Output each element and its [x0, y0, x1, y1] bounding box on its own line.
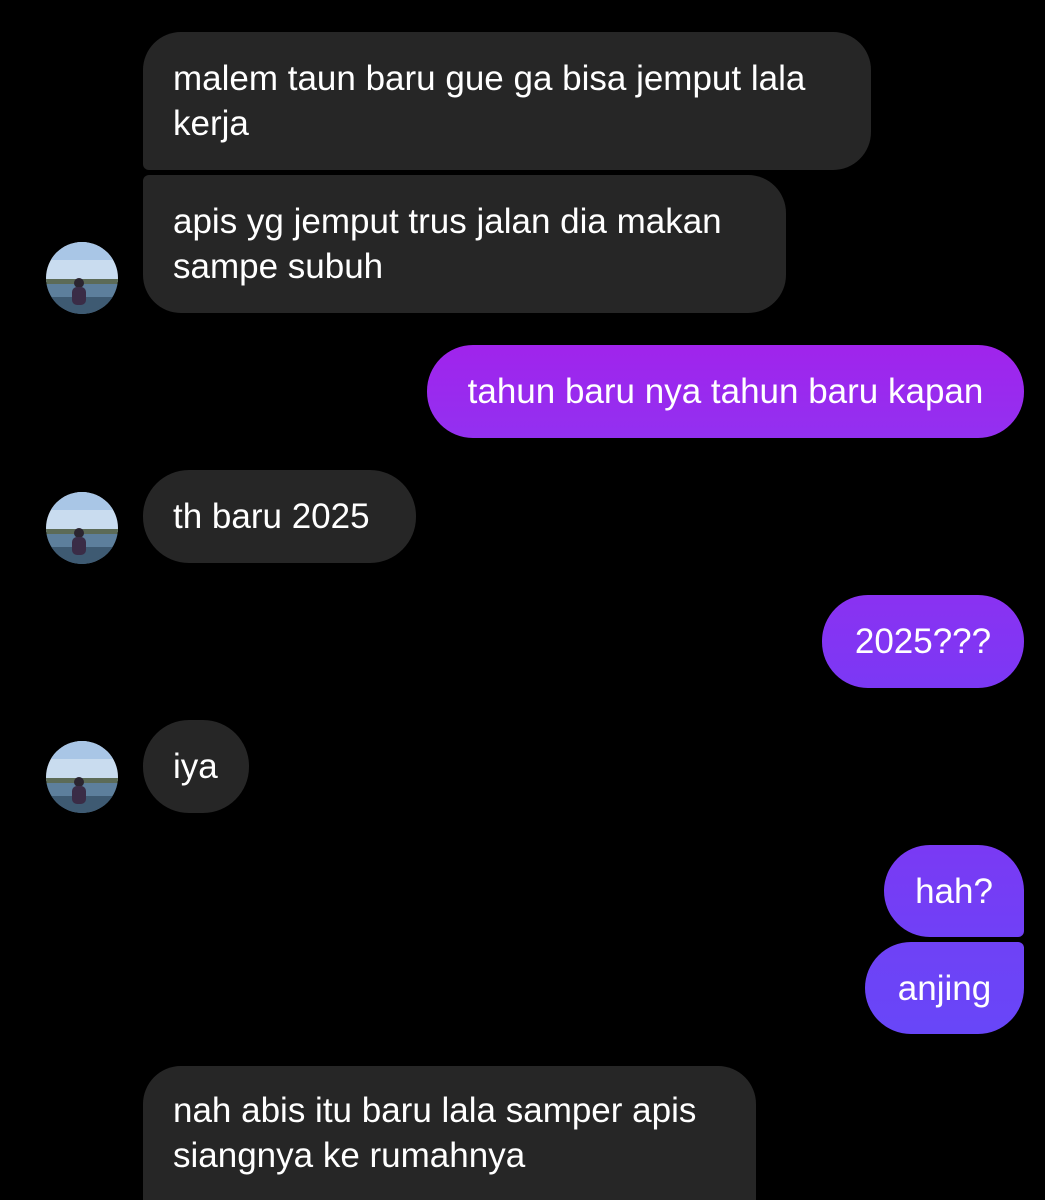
outgoing-message-bubble[interactable]: hah? — [884, 845, 1024, 937]
incoming-message-bubble[interactable]: nah abis itu baru lala samper apis siang… — [143, 1066, 756, 1200]
avatar-photo-icon — [46, 242, 118, 314]
contact-avatar[interactable] — [46, 492, 118, 564]
message-text-line: kerja — [173, 104, 249, 143]
incoming-message-bubble[interactable]: iya — [143, 720, 249, 813]
outgoing-message-bubble[interactable]: tahun baru nya tahun baru kapan — [427, 345, 1024, 438]
incoming-message-bubble[interactable]: apis yg jemput trus jalan dia makan samp… — [143, 175, 786, 313]
message-text: anjing — [897, 968, 992, 1008]
message-text: th baru 2025 — [173, 497, 370, 536]
message-text-line: siangnya ke rumahnya — [173, 1136, 526, 1175]
message-text: 2025??? — [854, 622, 992, 661]
outgoing-message-bubble[interactable]: 2025??? — [822, 595, 1024, 688]
message-text: tahun baru nya tahun baru kapan — [467, 372, 984, 411]
message-text-line: malem taun baru gue ga bisa jemput lala — [173, 59, 806, 98]
message-text: hah? — [915, 871, 993, 911]
avatar-photo-icon — [46, 492, 118, 564]
message-text-line: apis yg jemput trus jalan dia makan — [173, 202, 722, 241]
contact-avatar[interactable] — [46, 242, 118, 314]
message-text-line: nah abis itu baru lala samper apis — [173, 1091, 697, 1130]
message-text-line: sampe subuh — [173, 247, 384, 286]
avatar-photo-icon — [46, 741, 118, 813]
incoming-message-bubble[interactable]: malem taun baru gue ga bisa jemput lala … — [143, 32, 871, 170]
contact-avatar[interactable] — [46, 741, 118, 813]
incoming-message-bubble[interactable]: th baru 2025 — [143, 470, 416, 563]
message-text: iya — [173, 747, 218, 786]
chat-screen: { "conversation": { "messages": [ {"send… — [0, 0, 1045, 1200]
outgoing-message-bubble[interactable]: anjing — [865, 942, 1024, 1034]
